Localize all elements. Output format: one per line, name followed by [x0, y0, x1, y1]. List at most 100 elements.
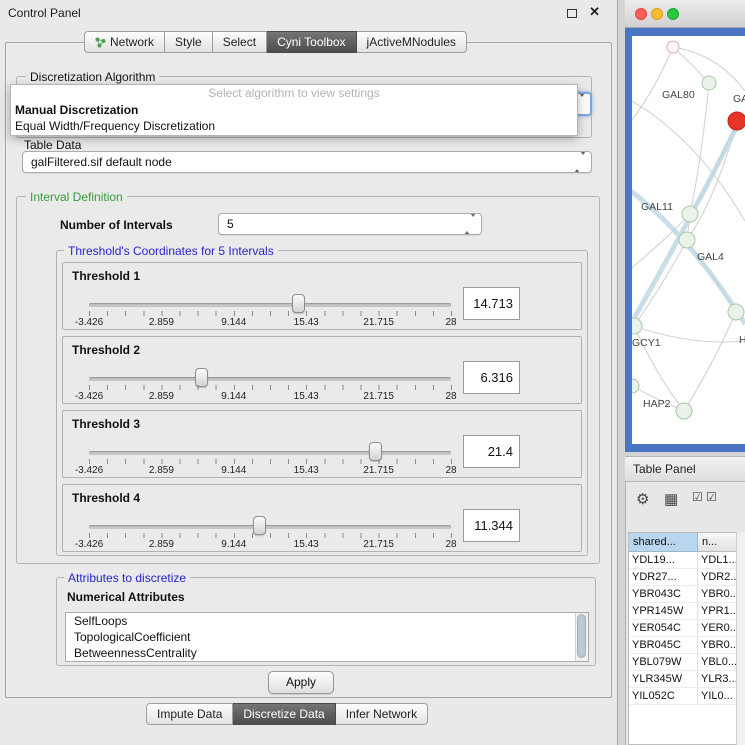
column-header-name[interactable]: n...	[698, 533, 736, 552]
tab-discretize-data[interactable]: Discretize Data	[233, 703, 335, 725]
dropdown-option-equal-width[interactable]: Equal Width/Frequency Discretization	[11, 118, 577, 134]
panel-title: Control Panel	[8, 6, 81, 20]
network-node[interactable]	[632, 318, 642, 334]
tab-jactivemodules[interactable]: jActiveMNodules	[357, 31, 467, 53]
tick-label: 9.144	[221, 391, 246, 402]
select-all-checkbox-icon[interactable]: ☑	[692, 490, 703, 504]
cell[interactable]: YPR145W	[629, 603, 698, 619]
list-item[interactable]: BetweennessCentrality	[66, 645, 588, 661]
network-window-titlebar	[625, 0, 745, 28]
tab-label: Network	[110, 31, 154, 53]
node-label: GAL4	[697, 251, 724, 263]
list-item[interactable]: TopologicalCoefficient	[66, 629, 588, 645]
slider-track[interactable]	[89, 451, 451, 455]
cell[interactable]: YDL1...	[698, 552, 736, 568]
numerical-attributes-label: Numerical Attributes	[67, 590, 185, 604]
minimize-traffic-light-icon[interactable]	[651, 8, 663, 20]
list-item[interactable]: SelfLoops	[66, 613, 588, 629]
algorithm-group-title: Discretization Algorithm	[26, 70, 159, 84]
node-label: GAL11	[641, 201, 673, 213]
cell[interactable]: YBL0...	[698, 654, 736, 670]
close-icon[interactable]: ✕	[589, 4, 600, 20]
tab-infer-network[interactable]: Infer Network	[336, 703, 428, 725]
attributes-list: SelfLoops TopologicalCoefficient Between…	[65, 612, 589, 662]
cell[interactable]: YDR27...	[629, 569, 698, 585]
cell[interactable]: YIL052C	[629, 688, 698, 704]
threshold-value-field[interactable]: 14.713	[463, 287, 520, 320]
dropdown-placeholder: Select algorithm to view settings	[11, 85, 577, 102]
tab-network[interactable]: Network	[84, 31, 165, 53]
zoom-traffic-light-icon[interactable]	[667, 8, 679, 20]
network-node[interactable]	[728, 304, 744, 320]
attributes-group: Numerical Attributes SelfLoops Topologic…	[56, 577, 596, 666]
threshold-value-field[interactable]: 6.316	[463, 361, 520, 394]
network-canvas[interactable]: GAL80 GA GAL11 GAL4 GCY1 H HAP2	[632, 36, 745, 444]
slider-track[interactable]	[89, 303, 451, 307]
network-node[interactable]	[702, 76, 716, 90]
tab-label: Impute Data	[157, 703, 222, 725]
table-row[interactable]: YBL079WYBL0...	[629, 654, 736, 671]
node-label: GAL80	[662, 89, 695, 101]
network-node[interactable]	[679, 232, 695, 248]
tick-label: -3.426	[75, 317, 103, 328]
node-label: HAP2	[643, 398, 671, 410]
cell[interactable]: YLR345W	[629, 671, 698, 687]
cell[interactable]: YER0...	[698, 620, 736, 636]
network-node[interactable]	[632, 379, 639, 393]
network-node[interactable]	[676, 403, 692, 419]
threshold-label: Threshold 3	[72, 417, 140, 431]
cell[interactable]: YBR0...	[698, 586, 736, 602]
table-row[interactable]: YLR345WYLR3...	[629, 671, 736, 688]
slider-scale: -3.426 2.859 9.144 15.43 21.715 28	[89, 539, 451, 550]
cell[interactable]: YLR3...	[698, 671, 736, 687]
cell[interactable]: YIL0...	[698, 688, 736, 704]
table-scrollbar[interactable]	[736, 532, 745, 745]
table-row[interactable]: YBR043CYBR0...	[629, 586, 736, 603]
tab-label: Discretize Data	[243, 703, 324, 725]
float-window-icon[interactable]	[567, 9, 577, 18]
slider-track[interactable]	[89, 525, 451, 529]
network-node[interactable]	[667, 41, 679, 53]
dropdown-option-manual[interactable]: Manual Discretization	[11, 102, 577, 118]
cell[interactable]: YER054C	[629, 620, 698, 636]
table-row[interactable]: YPR145WYPR1...	[629, 603, 736, 620]
slider-ticks	[89, 459, 452, 464]
cell[interactable]: YPR1...	[698, 603, 736, 619]
tab-style[interactable]: Style	[165, 31, 213, 53]
apply-button[interactable]: Apply	[268, 671, 334, 694]
table-row[interactable]: YIL052CYIL0...	[629, 688, 736, 705]
clear-all-checkbox-icon[interactable]: ☑	[706, 490, 717, 504]
thresholds-group-title: Threshold's Coordinates for 5 Intervals	[64, 244, 278, 258]
table-row[interactable]: YDR27...YDR2...	[629, 569, 736, 586]
columns-icon[interactable]: ▦	[664, 490, 678, 508]
slider-track[interactable]	[89, 377, 451, 381]
network-node-selected[interactable]	[728, 112, 745, 130]
cell[interactable]: YDR2...	[698, 569, 736, 585]
table-data-combobox[interactable]: galFiltered.sif default node	[22, 151, 592, 173]
table-row[interactable]: YER054CYER0...	[629, 620, 736, 637]
tab-impute-data[interactable]: Impute Data	[146, 703, 233, 725]
cell[interactable]: YBR0...	[698, 637, 736, 653]
network-edges	[632, 47, 745, 411]
threshold-value-field[interactable]: 11.344	[463, 509, 520, 542]
network-node[interactable]	[682, 206, 698, 222]
cell[interactable]: YDL19...	[629, 552, 698, 568]
scrollbar-thumb[interactable]	[577, 614, 586, 658]
column-header-shared-name[interactable]: shared...	[629, 533, 698, 552]
cell[interactable]: YBR045C	[629, 637, 698, 653]
cell[interactable]: YBR043C	[629, 586, 698, 602]
tick-label: 2.859	[149, 539, 174, 550]
threshold-value-field[interactable]: 21.4	[463, 435, 520, 468]
num-intervals-combobox[interactable]: 5	[218, 213, 482, 235]
table-row[interactable]: YDL19...YDL1...	[629, 552, 736, 569]
tick-label: 21.715	[363, 317, 394, 328]
close-traffic-light-icon[interactable]	[635, 8, 647, 20]
gear-icon[interactable]: ⚙	[636, 490, 649, 508]
tab-cyni-toolbox[interactable]: Cyni Toolbox	[267, 31, 356, 53]
control-panel: Control Panel ✕ Network Style Select Cyn…	[0, 0, 618, 745]
list-scrollbar[interactable]	[575, 613, 588, 661]
tab-select[interactable]: Select	[213, 31, 267, 53]
table-row[interactable]: YBR045CYBR0...	[629, 637, 736, 654]
combo-arrows-icon	[464, 214, 476, 234]
cell[interactable]: YBL079W	[629, 654, 698, 670]
